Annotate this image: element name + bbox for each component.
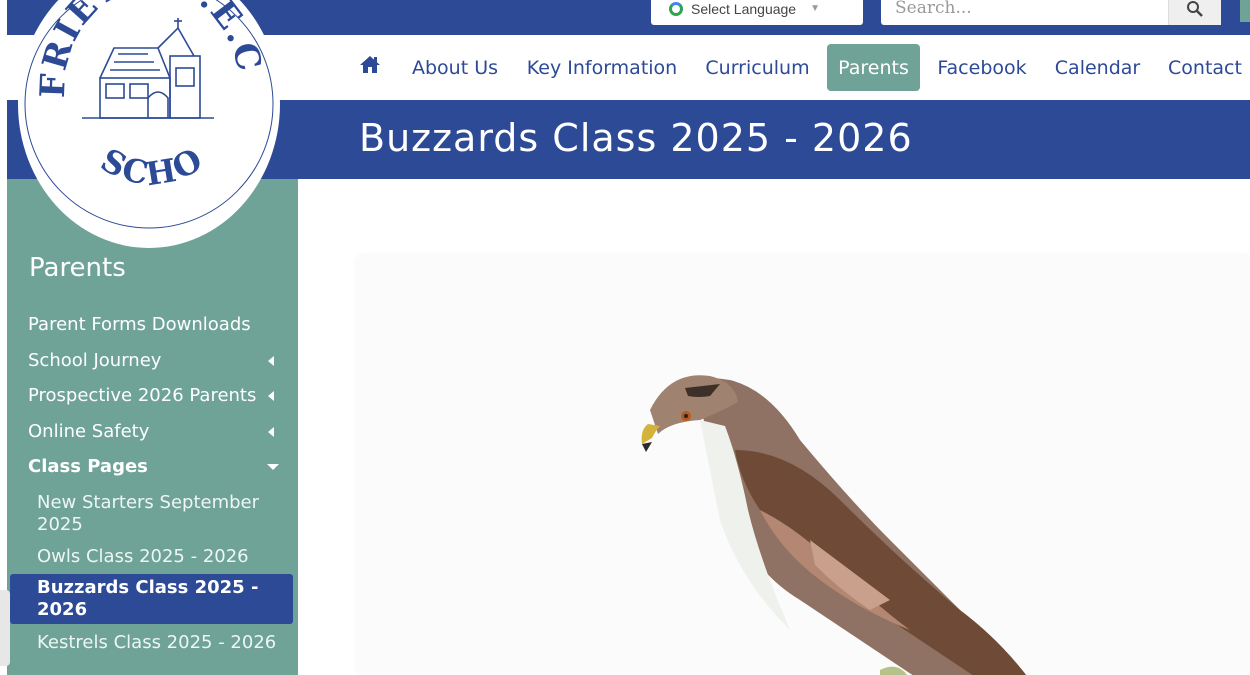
buzzard-illustration: [641, 375, 1027, 675]
logo-top-text: FRIETH C.E.C: [33, 0, 268, 99]
page-title: Buzzards Class 2025 - 2026: [359, 116, 913, 160]
sidebar-item-parent-forms[interactable]: Parent Forms Downloads: [28, 314, 251, 335]
sidebar-item-class-pages[interactable]: Class Pages: [28, 456, 148, 477]
page-left-margin: [0, 0, 7, 675]
sidebar-item-online-safety[interactable]: Online Safety: [28, 421, 149, 442]
language-select[interactable]: Select Language ▼: [651, 0, 863, 25]
sidebar-item-prospective-parents[interactable]: Prospective 2026 Parents: [28, 385, 256, 406]
nav-parents[interactable]: Parents: [827, 44, 920, 91]
google-translate-icon: [669, 1, 683, 16]
sidebar-subitem-new-starters[interactable]: New Starters September 2025: [37, 492, 277, 536]
chevron-down-icon: ▼: [810, 3, 820, 14]
chevron-left-icon[interactable]: [268, 391, 274, 401]
nav-calendar[interactable]: Calendar: [1047, 44, 1148, 91]
sidebar-item-school-journey[interactable]: School Journey: [28, 350, 161, 371]
nav-key-information[interactable]: Key Information: [520, 44, 684, 91]
nav-about-us[interactable]: About Us: [404, 44, 506, 91]
top-accent-button[interactable]: [1240, 0, 1250, 22]
nav-contact[interactable]: Contact: [1160, 44, 1250, 91]
language-select-label: Select Language: [691, 0, 797, 17]
sidebar-subitem-kestrels[interactable]: Kestrels Class 2025 - 2026: [37, 632, 277, 654]
school-logo-graphic: FRIETH C.E.C SCHOOL: [3, 0, 274, 229]
side-scroll-tab[interactable]: [0, 590, 10, 666]
home-icon[interactable]: [359, 54, 381, 76]
sidebar-subitem-buzzards[interactable]: Buzzards Class 2025 - 2026: [10, 574, 293, 624]
search-icon: [1187, 0, 1203, 17]
sidebar-heading: Parents: [29, 253, 126, 283]
school-logo[interactable]: FRIETH C.E.C SCHOOL: [3, 0, 280, 248]
nav-curriculum[interactable]: Curriculum: [697, 44, 818, 91]
chevron-left-icon[interactable]: [268, 427, 274, 437]
sidebar-subitem-owls[interactable]: Owls Class 2025 - 2026: [37, 546, 277, 568]
chevron-down-icon[interactable]: [267, 464, 279, 470]
search-button[interactable]: [1168, 0, 1221, 25]
chevron-left-icon[interactable]: [268, 356, 274, 366]
school-building-icon: [82, 18, 214, 119]
svg-text:FRIETH C.E.C: FRIETH C.E.C: [33, 0, 270, 99]
nav-facebook[interactable]: Facebook: [929, 44, 1035, 91]
